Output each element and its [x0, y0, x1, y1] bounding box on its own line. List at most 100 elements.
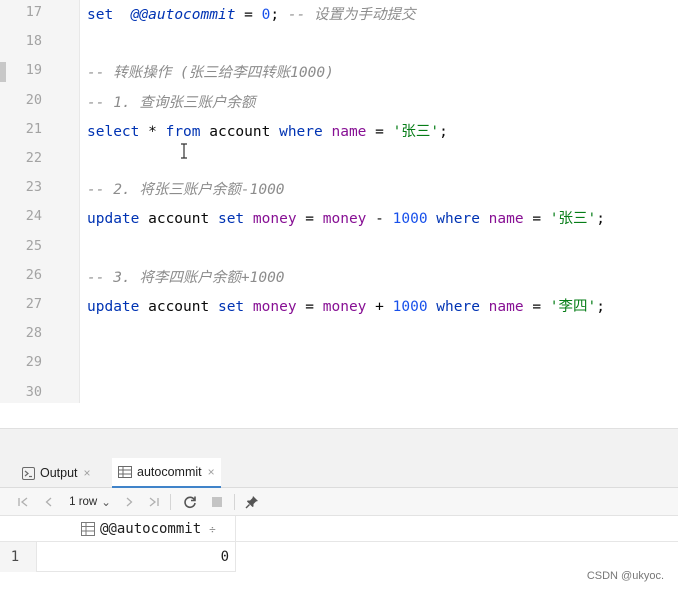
code-token: where — [436, 211, 480, 228]
code-line[interactable]: 17 set @@autocommit = 0; -- 设置为手动提交 — [0, 0, 678, 27]
code-token: 1000 — [392, 211, 428, 228]
text-cursor-icon — [181, 143, 187, 159]
sql-editor[interactable]: 17 set @@autocommit = 0; -- 设置为手动提交 18 19 --… — [0, 0, 678, 403]
column-header-label: @@autocommit — [100, 521, 202, 537]
code-token: = — [235, 7, 262, 23]
prev-page-icon[interactable] — [38, 488, 60, 516]
editor-bottom-space — [0, 403, 678, 428]
code-token: -- 转账操作 (张三给李四转账1000) — [87, 65, 334, 82]
column-icon — [81, 522, 95, 536]
code-line[interactable]: 24 update account set money = money - 100… — [0, 202, 678, 231]
code-line[interactable]: 23 -- 2. 将张三账户余额-1000 — [0, 173, 678, 202]
row-number[interactable]: 1 — [0, 542, 30, 572]
line-number: 24 — [25, 208, 42, 225]
first-page-icon[interactable] — [12, 488, 34, 516]
line-number: 26 — [25, 266, 42, 283]
code-line[interactable]: 21 select * from account where name = '张三… — [0, 115, 678, 144]
code-line[interactable]: 26 -- 3. 将李四账户余额+1000 — [0, 261, 678, 290]
tab-autocommit[interactable]: autocommit × — [112, 458, 221, 488]
close-icon[interactable]: × — [208, 465, 215, 479]
code-token: set — [87, 7, 114, 23]
code-token: update — [87, 211, 140, 228]
code-text: select * from account where name = '张三'; — [87, 120, 448, 141]
code-token: -- 设置为手动提交 — [287, 7, 416, 23]
line-number: 18 — [25, 33, 42, 50]
code-token: set — [217, 299, 245, 315]
stop-icon[interactable] — [205, 488, 229, 516]
line-number: 27 — [25, 296, 42, 312]
last-page-icon[interactable] — [143, 488, 165, 516]
code-token: ; — [596, 211, 605, 228]
cell-autocommit-value[interactable]: 0 — [36, 542, 236, 572]
result-grid[interactable]: @@autocommit ÷ 1 0 — [0, 516, 678, 592]
panel-divider[interactable] — [0, 428, 678, 458]
pin-icon[interactable] — [240, 488, 264, 516]
code-line[interactable]: 28 — [0, 319, 678, 348]
code-token: ; — [270, 7, 288, 23]
refresh-icon[interactable] — [178, 488, 202, 516]
column-header-autocommit[interactable]: @@autocommit ÷ — [36, 516, 236, 542]
chevron-down-icon: ⌄ — [101, 497, 111, 509]
table-icon — [118, 466, 132, 478]
toolbar-separator — [170, 494, 171, 510]
code-token: = — [296, 299, 323, 315]
code-token: 1000 — [392, 299, 428, 315]
code-token: @@autocommit — [130, 7, 236, 23]
tab-output-label: Output — [40, 466, 78, 480]
code-token: - — [366, 211, 393, 228]
code-text: update account set money = money - 1000 … — [87, 207, 605, 228]
code-token: * — [139, 123, 166, 140]
tab-output[interactable]: Output × — [16, 458, 97, 488]
code-token: where — [436, 299, 480, 315]
code-token: account — [139, 299, 218, 315]
code-token: account — [200, 123, 280, 140]
code-line[interactable]: 22 — [0, 144, 678, 173]
line-number: 28 — [25, 325, 42, 342]
results-tab-bar: Output × autocommit × — [0, 458, 678, 488]
code-token: name — [488, 299, 524, 315]
code-line[interactable]: 27 update account set money = money + 100… — [0, 290, 678, 319]
toolbar-separator — [234, 494, 235, 510]
code-token: -- 2. 将张三账户余额-1000 — [87, 182, 285, 199]
code-token: name — [331, 123, 367, 140]
close-icon[interactable]: × — [84, 466, 91, 480]
code-token: '张三' — [549, 211, 597, 228]
code-line[interactable]: 20 -- 1. 查询张三账户余额 — [0, 86, 678, 115]
line-number: 25 — [25, 237, 42, 254]
code-text: update account set money = money + 1000 … — [87, 295, 605, 316]
code-line[interactable]: 25 — [0, 232, 678, 261]
sort-icon[interactable]: ÷ — [209, 523, 216, 536]
code-token: + — [366, 299, 393, 315]
line-number: 19 — [25, 62, 42, 79]
code-token: money — [322, 299, 367, 315]
rows-label: 1 row — [69, 496, 98, 508]
code-token: account — [139, 211, 218, 228]
code-token: '李四' — [549, 299, 597, 315]
code-line[interactable]: 18 — [0, 27, 678, 56]
code-token: = — [523, 299, 550, 315]
code-token: where — [279, 123, 323, 140]
code-token: '张三' — [392, 123, 440, 140]
code-token: select — [87, 123, 140, 140]
code-text: -- 3. 将李四账户余额+1000 — [87, 266, 285, 287]
next-page-icon[interactable] — [118, 488, 140, 516]
code-token: -- 3. 将李四账户余额+1000 — [87, 269, 285, 286]
line-number: 17 — [25, 4, 42, 20]
code-line[interactable]: 29 — [0, 348, 678, 377]
code-line[interactable]: 19 -- 转账操作 (张三给李四转账1000) — [0, 56, 678, 85]
code-text: -- 2. 将张三账户余额-1000 — [87, 178, 285, 199]
line-number: 30 — [25, 383, 42, 400]
code-token: ; — [439, 123, 448, 140]
code-token: ; — [596, 299, 605, 315]
line-number: 21 — [25, 120, 42, 137]
rows-selector[interactable]: 1 row ⌄ — [66, 488, 114, 516]
code-token: money — [252, 299, 297, 315]
code-text: set @@autocommit = 0; -- 设置为手动提交 — [87, 3, 416, 24]
code-token: set — [217, 211, 245, 228]
